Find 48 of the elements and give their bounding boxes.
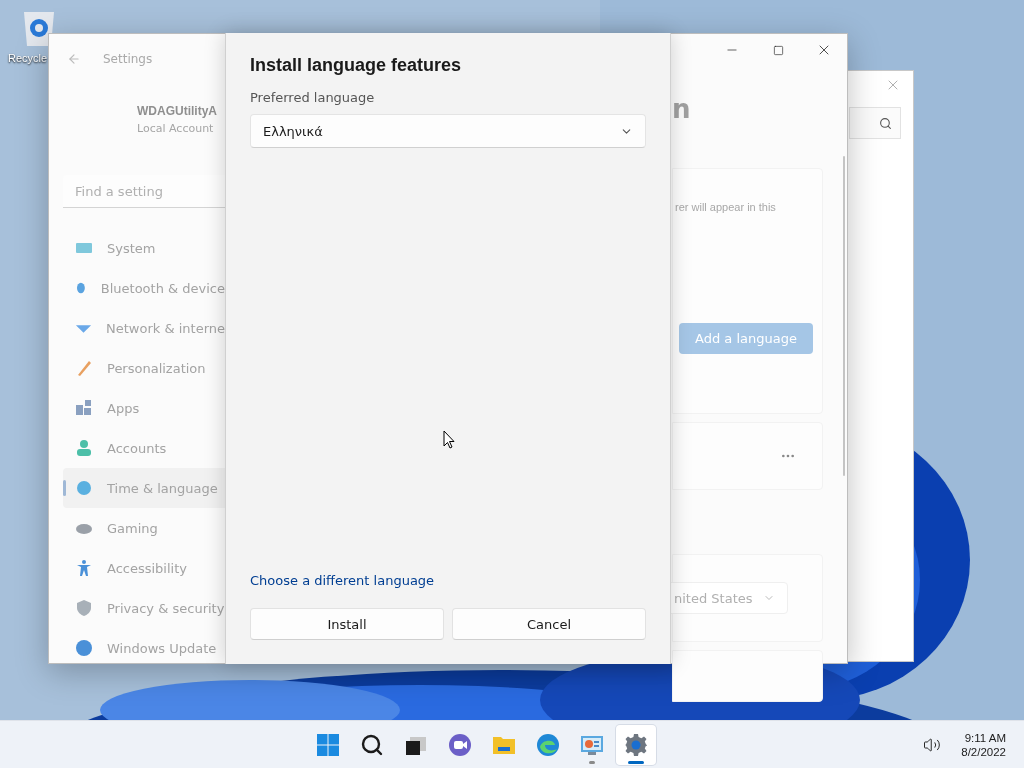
clock[interactable]: 9:11 AM 8/2/2022 [961,731,1006,758]
running-indicator [588,760,595,764]
nav-icon [75,639,93,657]
maximize-icon [772,44,784,56]
browser-icon [535,732,560,757]
nav-item[interactable]: Windows Update [63,628,225,668]
nav-icon [75,479,93,497]
nav-item[interactable]: Bluetooth & device [63,268,225,308]
running-indicator [627,760,644,764]
nav-item[interactable]: Apps [63,388,225,428]
desktop-icon-label: Recycle [8,52,48,64]
nav-icon [75,399,93,417]
nav-item[interactable]: Network & interne [63,308,225,348]
back-icon[interactable] [67,52,81,66]
search-field[interactable] [849,107,901,139]
volume-icon[interactable] [923,735,942,754]
nav-item[interactable]: Privacy & security [63,588,225,628]
nav-icon [75,599,93,617]
nav-item[interactable]: Gaming [63,508,225,548]
description-text: rer will appear in this [675,201,777,213]
choose-language-link[interactable]: Choose a different language [250,573,435,588]
region-dropdown[interactable]: nited States [669,582,788,614]
nav-item[interactable]: Accounts [63,428,225,468]
window-title: Settings [103,52,153,66]
gear-icon [623,732,648,757]
scrollbar[interactable] [843,156,845,476]
selection-indicator [63,480,66,496]
account-type: Local Account [137,122,215,135]
field-label: Preferred language [250,90,376,105]
chat-icon [447,732,472,757]
search-icon [879,116,892,130]
language-dropdown[interactable]: Ελληνικά [250,114,646,148]
search-icon [359,732,384,757]
nav-item[interactable]: System [63,228,225,268]
nav-icon [75,439,93,457]
dialog-button[interactable]: Cancel [452,608,646,640]
account-name: WDAGUtilityA [137,104,218,118]
nav-icon [75,359,93,377]
add-language-button[interactable]: Add a language [679,323,813,354]
dialog-title: Install language features [250,55,463,76]
nav-item[interactable]: Personalization [63,348,225,388]
cursor-icon [443,430,455,449]
dialog-button[interactable]: Install [250,608,444,640]
page-heading: n [672,94,692,126]
nav-item[interactable]: Time & language [63,468,225,508]
nav-icon [75,559,93,577]
start-icon [315,732,340,757]
nav-item[interactable]: Accessibility [63,548,225,588]
